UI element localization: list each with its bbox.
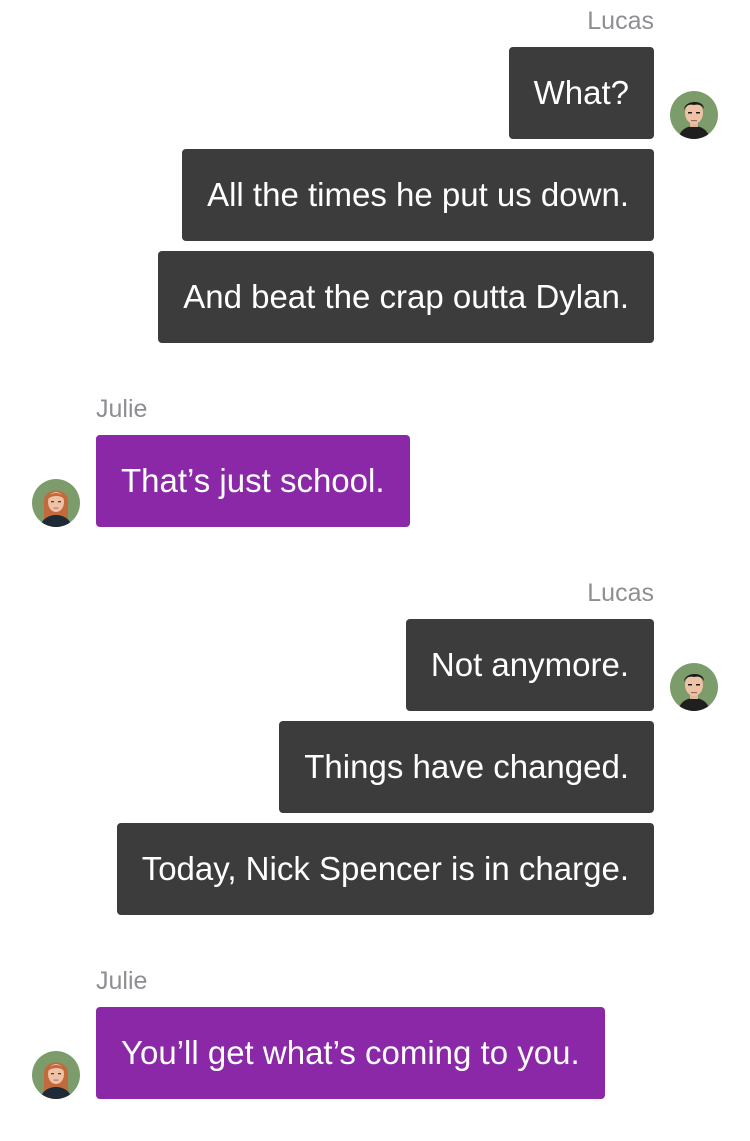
message-bubble-outgoing[interactable]: All the times he put us down. (182, 149, 654, 241)
message-bubble-outgoing[interactable]: And beat the crap outta Dylan. (158, 251, 654, 343)
message-bubble-outgoing[interactable]: Not anymore. (405, 619, 654, 711)
message-bubble-outgoing[interactable]: Today, Nick Spencer is in charge. (116, 823, 654, 915)
message-bubble-outgoing[interactable]: Things have changed. (279, 721, 654, 813)
sender-name: Lucas (587, 7, 654, 35)
julie-avatar-icon[interactable] (32, 479, 80, 527)
sender-name: Julie (96, 395, 148, 423)
message-bubble-outgoing[interactable]: What? (508, 47, 654, 139)
lucas-avatar-icon[interactable] (670, 663, 718, 711)
sender-name: Lucas (587, 579, 654, 607)
lucas-avatar-icon[interactable] (670, 91, 718, 139)
sender-name: Julie (96, 967, 148, 995)
julie-avatar-icon[interactable] (32, 1051, 80, 1099)
chat-transcript[interactable]: Lucas What? All the times he put us down… (0, 0, 750, 1141)
message-bubble-incoming[interactable]: That’s just school. (96, 435, 410, 527)
message-bubble-incoming[interactable]: You’ll get what’s coming to you. (96, 1007, 605, 1099)
